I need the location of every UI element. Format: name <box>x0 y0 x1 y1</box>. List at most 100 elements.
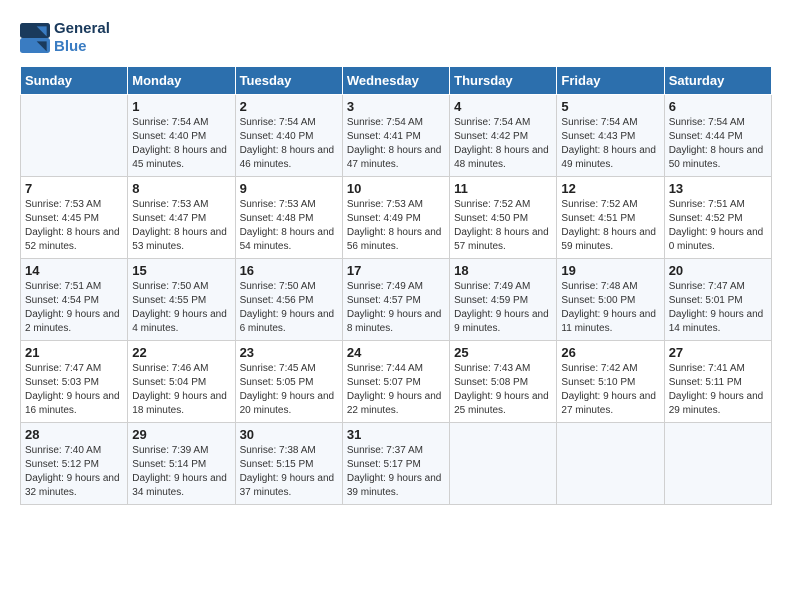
calendar-page: General Blue SundayMondayTuesdayWednesda… <box>0 0 792 525</box>
day-number: 24 <box>347 345 445 360</box>
column-headers: SundayMondayTuesdayWednesdayThursdayFrid… <box>21 67 772 95</box>
cell-w1-d1 <box>21 95 128 177</box>
cell-info: Sunrise: 7:54 AMSunset: 4:43 PMDaylight:… <box>561 116 659 172</box>
cell-info: Sunrise: 7:42 AMSunset: 5:10 PMDaylight:… <box>561 362 659 418</box>
day-number: 8 <box>132 181 230 196</box>
cell-info: Sunrise: 7:54 AMSunset: 4:40 PMDaylight:… <box>132 116 230 172</box>
cell-w3-d2: 15 Sunrise: 7:50 AMSunset: 4:55 PMDayligh… <box>128 259 235 341</box>
day-number: 11 <box>454 181 552 196</box>
cell-info: Sunrise: 7:50 AMSunset: 4:56 PMDaylight:… <box>240 280 338 336</box>
day-number: 23 <box>240 345 338 360</box>
cell-w3-d4: 17Sunrise: 7:49 AMSunset: 4:57 PMDayligh… <box>342 259 449 341</box>
cell-info: Sunrise: 7:41 AMSunset: 5:11 PMDaylight:… <box>669 362 767 418</box>
day-number: 14 <box>25 263 123 278</box>
day-number: 7 <box>25 181 123 196</box>
cell-w1-d2: 1 Sunrise: 7:54 AMSunset: 4:40 PMDaylight… <box>128 95 235 177</box>
col-header-wednesday: Wednesday <box>342 67 449 95</box>
col-header-saturday: Saturday <box>664 67 771 95</box>
day-number: 31 <box>347 427 445 442</box>
cell-w5-d6 <box>557 423 664 505</box>
col-header-tuesday: Tuesday <box>235 67 342 95</box>
cell-info: Sunrise: 7:50 AMSunset: 4:55 PMDaylight:… <box>132 280 230 336</box>
col-header-sunday: Sunday <box>21 67 128 95</box>
cell-w2-d1: 7Sunrise: 7:53 AMSunset: 4:45 PMDaylight… <box>21 177 128 259</box>
week-row-4: 21 Sunrise: 7:47 AMSunset: 5:03 PMDayligh… <box>21 341 772 423</box>
cell-info: Sunrise: 7:37 AMSunset: 5:17 PMDaylight:… <box>347 444 445 500</box>
cell-w3-d5: 18 Sunrise: 7:49 AMSunset: 4:59 PMDayligh… <box>450 259 557 341</box>
day-number: 3 <box>347 99 445 114</box>
day-number: 26 <box>561 345 659 360</box>
day-number: 9 <box>240 181 338 196</box>
cell-info: Sunrise: 7:47 AMSunset: 5:01 PMDaylight:… <box>669 280 767 336</box>
cell-info: Sunrise: 7:54 AMSunset: 4:44 PMDaylight:… <box>669 116 767 172</box>
day-number: 12 <box>561 181 659 196</box>
cell-info: Sunrise: 7:48 AMSunset: 5:00 PMDaylight:… <box>561 280 659 336</box>
day-number: 18 <box>454 263 552 278</box>
day-number: 25 <box>454 345 552 360</box>
week-row-5: 28 Sunrise: 7:40 AMSunset: 5:12 PMDayligh… <box>21 423 772 505</box>
day-number: 29 <box>132 427 230 442</box>
cell-info: Sunrise: 7:47 AMSunset: 5:03 PMDaylight:… <box>25 362 123 418</box>
cell-w1-d3: 2 Sunrise: 7:54 AMSunset: 4:40 PMDaylight… <box>235 95 342 177</box>
cell-w5-d1: 28 Sunrise: 7:40 AMSunset: 5:12 PMDayligh… <box>21 423 128 505</box>
day-number: 4 <box>454 99 552 114</box>
cell-w4-d6: 26 Sunrise: 7:42 AMSunset: 5:10 PMDayligh… <box>557 341 664 423</box>
col-header-thursday: Thursday <box>450 67 557 95</box>
cell-info: Sunrise: 7:53 AMSunset: 4:49 PMDaylight:… <box>347 198 445 254</box>
day-number: 20 <box>669 263 767 278</box>
day-number: 19 <box>561 263 659 278</box>
cell-info: Sunrise: 7:51 AMSunset: 4:52 PMDaylight:… <box>669 198 767 254</box>
cell-w4-d5: 25 Sunrise: 7:43 AMSunset: 5:08 PMDayligh… <box>450 341 557 423</box>
week-row-1: 1 Sunrise: 7:54 AMSunset: 4:40 PMDaylight… <box>21 95 772 177</box>
col-header-friday: Friday <box>557 67 664 95</box>
cell-info: Sunrise: 7:38 AMSunset: 5:15 PMDaylight:… <box>240 444 338 500</box>
cell-w4-d4: 24Sunrise: 7:44 AMSunset: 5:07 PMDayligh… <box>342 341 449 423</box>
day-number: 28 <box>25 427 123 442</box>
col-header-monday: Monday <box>128 67 235 95</box>
cell-w2-d4: 10 Sunrise: 7:53 AMSunset: 4:49 PMDayligh… <box>342 177 449 259</box>
cell-w1-d5: 4Sunrise: 7:54 AMSunset: 4:42 PMDaylight… <box>450 95 557 177</box>
cell-w2-d3: 9 Sunrise: 7:53 AMSunset: 4:48 PMDaylight… <box>235 177 342 259</box>
cell-info: Sunrise: 7:40 AMSunset: 5:12 PMDaylight:… <box>25 444 123 500</box>
day-number: 13 <box>669 181 767 196</box>
week-row-3: 14 Sunrise: 7:51 AMSunset: 4:54 PMDayligh… <box>21 259 772 341</box>
logo-icon <box>20 23 50 53</box>
cell-info: Sunrise: 7:54 AMSunset: 4:40 PMDaylight:… <box>240 116 338 172</box>
cell-info: Sunrise: 7:52 AMSunset: 4:51 PMDaylight:… <box>561 198 659 254</box>
day-number: 2 <box>240 99 338 114</box>
cell-info: Sunrise: 7:52 AMSunset: 4:50 PMDaylight:… <box>454 198 552 254</box>
cell-w4-d3: 23 Sunrise: 7:45 AMSunset: 5:05 PMDayligh… <box>235 341 342 423</box>
cell-info: Sunrise: 7:45 AMSunset: 5:05 PMDaylight:… <box>240 362 338 418</box>
cell-info: Sunrise: 7:51 AMSunset: 4:54 PMDaylight:… <box>25 280 123 336</box>
cell-w3-d6: 19 Sunrise: 7:48 AMSunset: 5:00 PMDayligh… <box>557 259 664 341</box>
cell-w2-d2: 8Sunrise: 7:53 AMSunset: 4:47 PMDaylight… <box>128 177 235 259</box>
logo-text: General Blue <box>54 20 110 56</box>
day-number: 1 <box>132 99 230 114</box>
calendar-table: SundayMondayTuesdayWednesdayThursdayFrid… <box>20 66 772 505</box>
day-number: 21 <box>25 345 123 360</box>
week-row-2: 7Sunrise: 7:53 AMSunset: 4:45 PMDaylight… <box>21 177 772 259</box>
cell-info: Sunrise: 7:46 AMSunset: 5:04 PMDaylight:… <box>132 362 230 418</box>
day-number: 22 <box>132 345 230 360</box>
cell-w4-d2: 22 Sunrise: 7:46 AMSunset: 5:04 PMDayligh… <box>128 341 235 423</box>
day-number: 16 <box>240 263 338 278</box>
day-number: 30 <box>240 427 338 442</box>
cell-info: Sunrise: 7:43 AMSunset: 5:08 PMDaylight:… <box>454 362 552 418</box>
cell-w3-d7: 20 Sunrise: 7:47 AMSunset: 5:01 PMDayligh… <box>664 259 771 341</box>
cell-w5-d4: 31 Sunrise: 7:37 AMSunset: 5:17 PMDayligh… <box>342 423 449 505</box>
cell-w2-d6: 12 Sunrise: 7:52 AMSunset: 4:51 PMDayligh… <box>557 177 664 259</box>
cell-info: Sunrise: 7:53 AMSunset: 4:48 PMDaylight:… <box>240 198 338 254</box>
cell-w2-d7: 13 Sunrise: 7:51 AMSunset: 4:52 PMDayligh… <box>664 177 771 259</box>
day-number: 15 <box>132 263 230 278</box>
cell-w5-d2: 29 Sunrise: 7:39 AMSunset: 5:14 PMDayligh… <box>128 423 235 505</box>
cell-info: Sunrise: 7:39 AMSunset: 5:14 PMDaylight:… <box>132 444 230 500</box>
cell-w5-d3: 30 Sunrise: 7:38 AMSunset: 5:15 PMDayligh… <box>235 423 342 505</box>
cell-w1-d7: 6Sunrise: 7:54 AMSunset: 4:44 PMDaylight… <box>664 95 771 177</box>
cell-info: Sunrise: 7:49 AMSunset: 4:59 PMDaylight:… <box>454 280 552 336</box>
day-number: 27 <box>669 345 767 360</box>
cell-info: Sunrise: 7:49 AMSunset: 4:57 PMDaylight:… <box>347 280 445 336</box>
cell-w1-d6: 5Sunrise: 7:54 AMSunset: 4:43 PMDaylight… <box>557 95 664 177</box>
cell-w4-d7: 27 Sunrise: 7:41 AMSunset: 5:11 PMDayligh… <box>664 341 771 423</box>
cell-w3-d1: 14 Sunrise: 7:51 AMSunset: 4:54 PMDayligh… <box>21 259 128 341</box>
day-number: 10 <box>347 181 445 196</box>
